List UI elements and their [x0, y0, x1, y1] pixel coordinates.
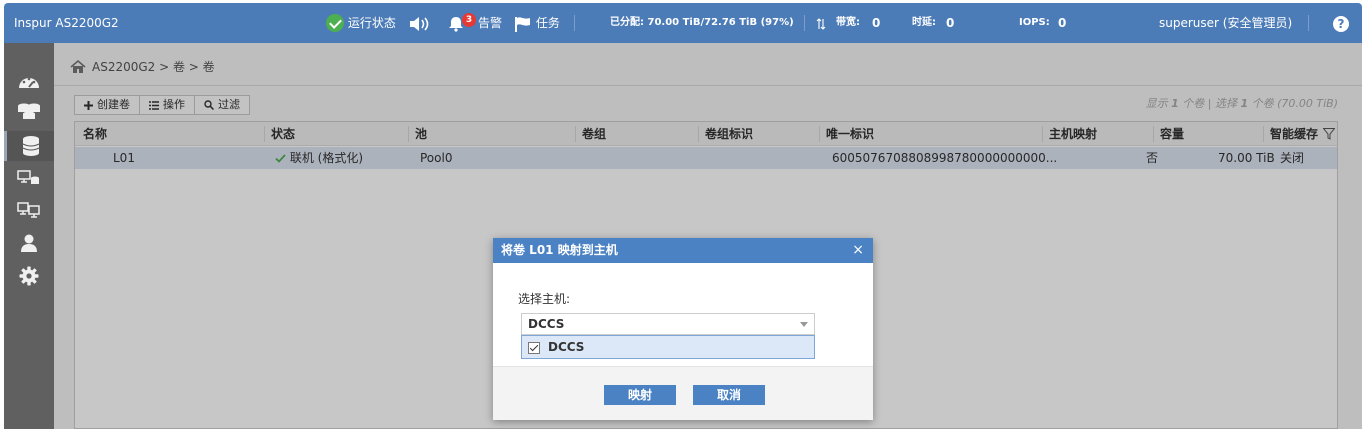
divider [1308, 15, 1309, 31]
divider [574, 15, 575, 31]
sort-arrows-icon [816, 3, 826, 43]
latency-label: 时延: [912, 17, 936, 28]
top-bar: Inspur AS2200G2 运行状态 3 告警 任务 已分配: 70.00 … [4, 3, 1362, 43]
sidebar-item-volumes[interactable] [4, 131, 54, 161]
host-select[interactable]: DCCS [521, 313, 815, 335]
tasks-label: 任务 [535, 16, 560, 30]
allocated-capacity: 已分配: 70.00 TiB/72.76 TiB (97%) [610, 17, 794, 28]
host-option-dccs[interactable]: DCCS [521, 335, 815, 359]
tasks-button[interactable]: 任务 [514, 3, 560, 43]
dashboard-gauge-icon [19, 77, 39, 88]
map-volume-dialog: 将卷 L01 映射到主机 × 选择主机: DCCS DCCS 映射 取消 [493, 238, 873, 420]
close-icon[interactable]: × [852, 238, 864, 263]
bandwidth-value: 0 [872, 16, 881, 30]
volume-speaker-icon[interactable] [409, 3, 431, 43]
run-status-label: 运行状态 [347, 16, 396, 30]
user-menu[interactable]: superuser (安全管理员) [1159, 3, 1292, 43]
select-host-label: 选择主机: [518, 292, 571, 306]
alerts-count-badge: 3 [462, 13, 476, 27]
dialog-footer: 映射 取消 [493, 366, 873, 420]
divider [804, 15, 805, 31]
user-icon [21, 234, 37, 252]
bandwidth-label: 带宽: [836, 17, 860, 28]
map-button[interactable]: 映射 [604, 385, 676, 405]
monitors-icon [17, 202, 40, 218]
flag-icon [515, 16, 530, 32]
cancel-button[interactable]: 取消 [693, 385, 765, 405]
help-icon[interactable]: ? [1333, 16, 1349, 32]
alerts-label[interactable]: 告警 [478, 3, 502, 43]
sidebar-item-dashboard[interactable] [4, 66, 54, 96]
iops-label: IOPS: [1019, 17, 1050, 28]
sidebar [4, 43, 54, 429]
host-select-value: DCCS [528, 317, 565, 331]
sidebar-item-settings[interactable] [4, 261, 54, 291]
storage-pools-icon [18, 103, 40, 119]
app-title: Inspur AS2200G2 [14, 16, 119, 30]
iops-value: 0 [1058, 16, 1067, 30]
alerts-button[interactable] [449, 3, 463, 43]
database-icon [22, 136, 39, 156]
check-circle-icon [326, 13, 344, 32]
gear-icon [19, 266, 39, 286]
sidebar-item-access[interactable] [4, 228, 54, 258]
latency-value: 0 [946, 16, 955, 30]
sidebar-item-mappings[interactable] [4, 195, 54, 225]
host-option-label: DCCS [548, 340, 585, 354]
dialog-title: 将卷 L01 映射到主机 [493, 238, 873, 263]
host-storage-icon [17, 170, 39, 184]
bell-icon [449, 16, 463, 32]
sidebar-item-pools[interactable] [4, 96, 54, 126]
sidebar-item-hosts[interactable] [4, 163, 54, 193]
checkbox-checked-icon[interactable] [528, 342, 540, 354]
chevron-down-icon[interactable] [800, 322, 808, 327]
run-status-indicator[interactable]: 运行状态 [326, 3, 396, 43]
